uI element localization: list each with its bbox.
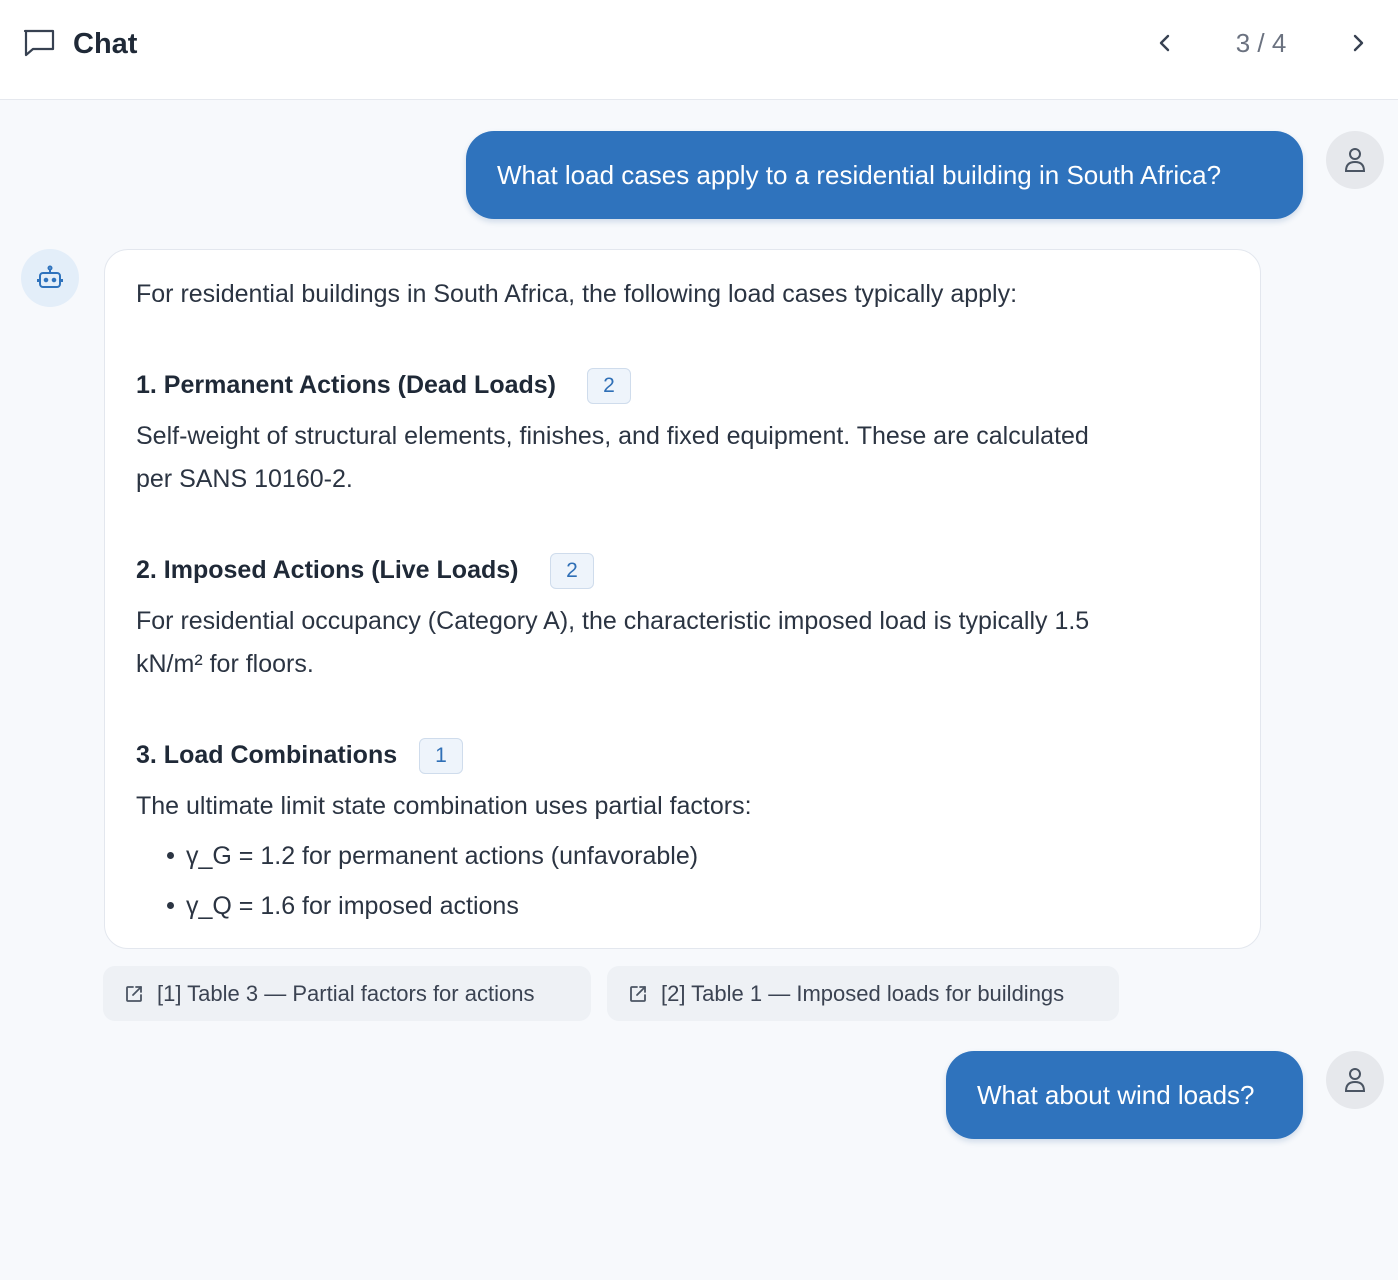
section-text: Self-weight of structural elements, fini… <box>136 422 1089 450</box>
section-heading: 2. Imposed Actions (Live Loads) <box>136 556 519 584</box>
citation-badge[interactable]: 2 <box>550 553 594 589</box>
section-heading: 1. Permanent Actions (Dead Loads) <box>136 371 556 399</box>
external-link-icon <box>630 986 646 1002</box>
section-text: The ultimate limit state combination use… <box>136 792 752 820</box>
source-link[interactable]: [2] Table 1 — Imposed loads for building… <box>607 966 1119 1021</box>
source-link[interactable]: [1] Table 3 — Partial factors for action… <box>103 966 591 1021</box>
chevron-right-icon[interactable] <box>1343 28 1373 58</box>
chat-bubble-icon <box>23 29 55 57</box>
robot-icon <box>37 265 63 288</box>
list-item-text: γ_Q = 1.6 for imposed actions <box>186 892 519 920</box>
source-link-label: [1] Table 3 — Partial factors for action… <box>157 981 535 1006</box>
user-avatar <box>1326 1051 1384 1109</box>
page-title: Chat <box>73 28 138 60</box>
user-icon <box>1344 1068 1366 1092</box>
chat-header: Chat 3 / 4 <box>0 0 1398 100</box>
assistant-message: For residential buildings in South Afric… <box>104 249 1261 949</box>
chevron-left-icon[interactable] <box>1150 28 1180 58</box>
list-item-text: γ_G = 1.2 for permanent actions (unfavor… <box>186 842 699 870</box>
section-text: per SANS 10160-2. <box>136 465 353 493</box>
source-link-label: [2] Table 1 — Imposed loads for building… <box>661 981 1065 1006</box>
pagination-indicator: 3 / 4 <box>1235 28 1287 58</box>
list-item: γ_Q = 1.6 for imposed actions <box>167 891 519 921</box>
citation-badge[interactable]: 1 <box>419 738 463 774</box>
user-message: What load cases apply to a residential b… <box>466 131 1303 219</box>
user-avatar <box>1326 131 1384 189</box>
assistant-avatar <box>21 249 79 307</box>
list-item: γ_G = 1.2 for permanent actions (unfavor… <box>167 841 698 871</box>
user-icon <box>1344 148 1366 172</box>
citation-badge[interactable]: 2 <box>587 368 631 404</box>
external-link-icon <box>126 986 142 1002</box>
section-heading: 3. Load Combinations <box>136 741 398 769</box>
bullet-dot <box>167 851 174 859</box>
bullet-dot <box>167 901 174 909</box>
section-text: kN/m² for floors. <box>136 650 314 678</box>
assistant-intro: For residential buildings in South Afric… <box>136 280 1018 308</box>
user-message: What about wind loads? <box>946 1051 1303 1139</box>
section-text: For residential occupancy (Category A), … <box>136 607 1090 635</box>
